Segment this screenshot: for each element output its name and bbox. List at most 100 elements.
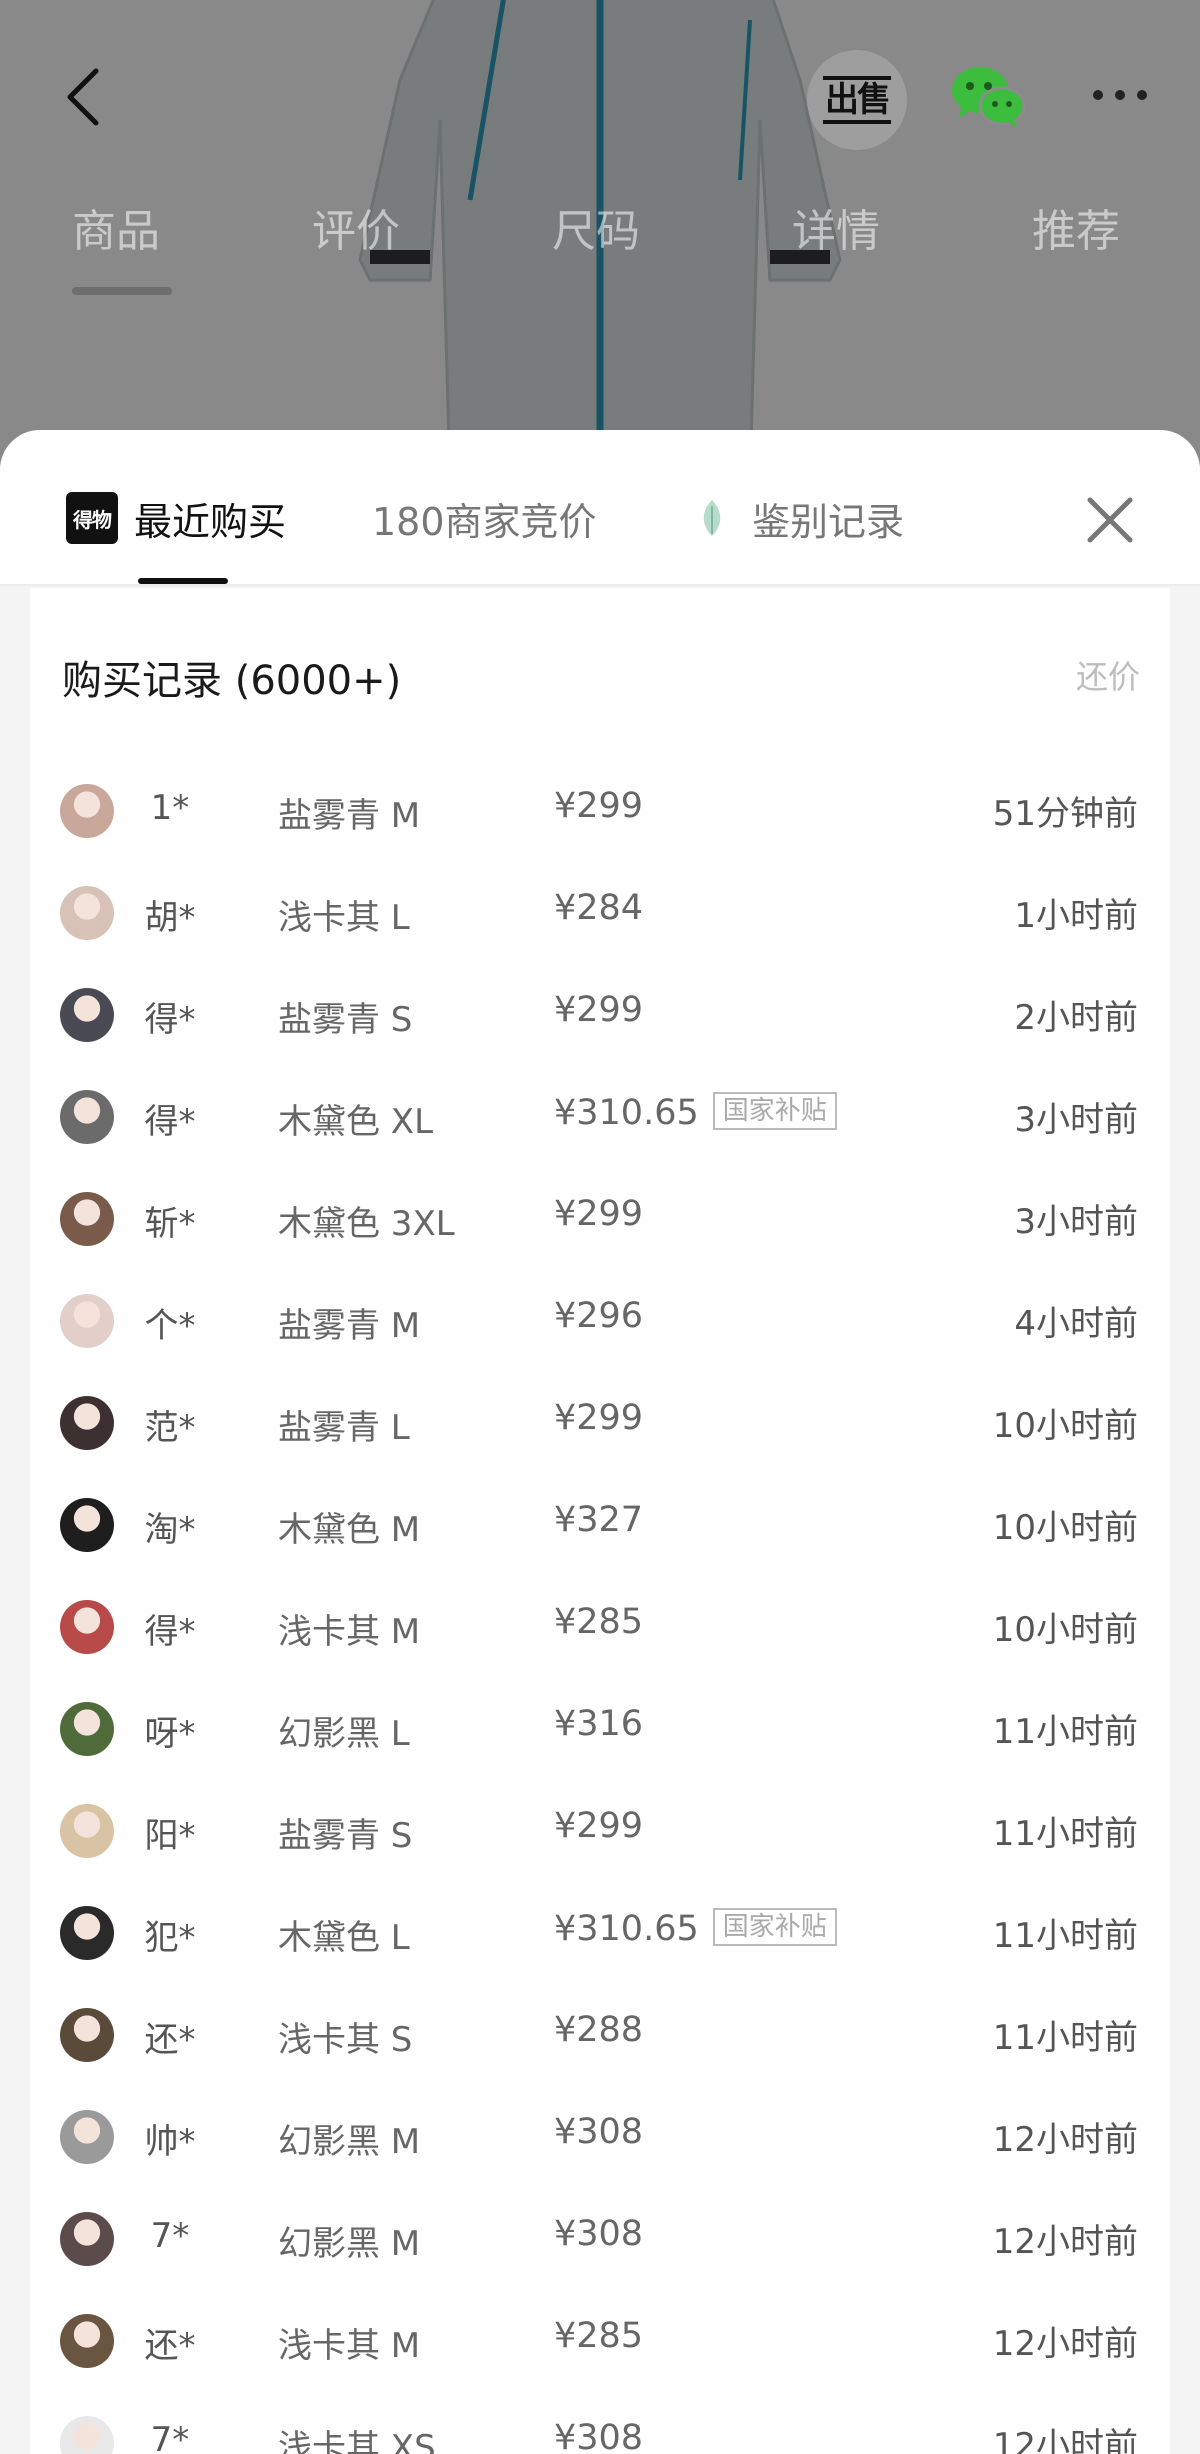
- item-spec: 盐雾青 S: [278, 1000, 413, 1040]
- buyer-name: 还*: [144, 2020, 196, 2060]
- purchase-record-row: 得* 浅卡其 M ¥285 10小时前: [30, 1578, 1170, 1680]
- item-spec: 浅卡其 XS: [278, 2428, 436, 2454]
- purchase-records-sheet: 得物 最近购买 180商家竞价 鉴别记录 购买记录 (6000+) 还价 1* 盐…: [0, 430, 1200, 2454]
- purchase-record-row: 淘* 木黛色 M ¥327 10小时前: [30, 1476, 1170, 1578]
- subsidy-badge: 国家补贴: [712, 1908, 837, 1946]
- buyer-name: 犯*: [144, 1918, 196, 1958]
- purchase-record-row: 还* 浅卡其 S ¥288 11小时前: [30, 1986, 1170, 2088]
- price-value: ¥310.65: [554, 1093, 699, 1133]
- item-spec: 浅卡其 S: [278, 2020, 413, 2060]
- item-spec: 木黛色 XL: [278, 1102, 434, 1142]
- item-spec: 盐雾青 S: [278, 1816, 413, 1856]
- avatar: [60, 2110, 114, 2164]
- purchase-time: 3小时前: [1014, 1202, 1138, 1242]
- purchase-time: 2小时前: [1014, 998, 1138, 1038]
- item-spec: 幻影黑 M: [278, 2122, 421, 2162]
- item-spec: 盐雾青 M: [278, 1306, 421, 1346]
- subsidy-badge: 国家补贴: [712, 1092, 837, 1130]
- avatar: [60, 988, 114, 1042]
- buyer-name: 阳*: [144, 1816, 196, 1856]
- avatar: [60, 1498, 114, 1552]
- purchase-record-row: 得* 木黛色 XL ¥310.65 国家补贴 3小时前: [30, 1068, 1170, 1170]
- purchase-price: ¥299: [554, 786, 643, 826]
- purchase-price: ¥299: [554, 1398, 643, 1438]
- purchase-record-row: 1* 盐雾青 M ¥299 51分钟前: [30, 762, 1170, 864]
- buyer-name: 呀*: [144, 1714, 196, 1754]
- purchase-price: ¥316: [554, 1704, 643, 1744]
- price-value: ¥296: [554, 1296, 644, 1336]
- anchor-tab-product[interactable]: 商品: [72, 195, 160, 259]
- avatar: [60, 2008, 114, 2062]
- buyer-name: 7*: [150, 2420, 190, 2454]
- tab-label: 180商家竞价: [372, 499, 597, 544]
- purchase-record-row: 帅* 幻影黑 M ¥308 12小时前: [30, 2088, 1170, 2190]
- purchase-time: 10小时前: [992, 1610, 1138, 1650]
- anchor-tab-size[interactable]: 尺码: [552, 195, 640, 259]
- buyer-name: 范*: [144, 1408, 196, 1448]
- tab-recent-purchases[interactable]: 得物 最近购买: [66, 488, 286, 548]
- price-value: ¥285: [554, 2316, 644, 2356]
- brand-logo-icon: 得物: [66, 492, 118, 544]
- buyer-name: 7*: [150, 2216, 190, 2256]
- leaf-icon: [703, 500, 721, 536]
- avatar: [60, 1702, 114, 1756]
- avatar: [60, 1396, 114, 1450]
- close-icon[interactable]: [1080, 490, 1140, 550]
- purchase-record-row: 犯* 木黛色 L ¥310.65 国家补贴 11小时前: [30, 1884, 1170, 1986]
- item-spec: 幻影黑 M: [278, 2224, 421, 2264]
- purchase-time: 12小时前: [992, 2426, 1138, 2454]
- more-options-button[interactable]: [1080, 70, 1160, 120]
- item-spec: 浅卡其 M: [278, 1612, 421, 1652]
- purchase-time: 51分钟前: [992, 794, 1138, 834]
- active-tab-indicator: [138, 578, 228, 584]
- purchase-record-row: 个* 盐雾青 M ¥296 4小时前: [30, 1272, 1170, 1374]
- buyer-name: 淘*: [144, 1510, 196, 1550]
- price-value: ¥310.65: [554, 1909, 699, 1949]
- avatar: [60, 2212, 114, 2266]
- purchase-time: 12小时前: [992, 2324, 1138, 2364]
- price-value: ¥308: [554, 2214, 644, 2254]
- more-dot-icon: [1093, 90, 1103, 100]
- top-nav-bar: 出售 商品 评价 尺码 详情 推荐: [0, 0, 1200, 295]
- purchase-price: ¥308: [554, 2418, 643, 2454]
- purchase-time: 12小时前: [992, 2222, 1138, 2262]
- purchase-time: 12小时前: [992, 2120, 1138, 2160]
- sell-button[interactable]: 出售: [802, 50, 912, 150]
- anchor-tab-recommend[interactable]: 推荐: [1032, 195, 1120, 259]
- item-spec: 浅卡其 L: [278, 898, 410, 938]
- purchase-time: 11小时前: [992, 1814, 1138, 1854]
- purchase-price: ¥288: [554, 2010, 643, 2050]
- anchor-tab-details[interactable]: 详情: [792, 195, 880, 259]
- purchase-record-row: 还* 浅卡其 M ¥285 12小时前: [30, 2292, 1170, 2394]
- tab-label: 鉴别记录: [752, 499, 905, 544]
- price-value: ¥299: [554, 1194, 644, 1234]
- buyer-name: 得*: [144, 1612, 196, 1652]
- counter-offer-button[interactable]: 还价: [1076, 652, 1140, 698]
- wechat-share-button[interactable]: [948, 62, 1028, 132]
- buyer-name: 1*: [150, 788, 190, 828]
- more-dot-icon: [1115, 90, 1125, 100]
- purchase-price: ¥310.65 国家补贴: [554, 1908, 837, 1949]
- avatar: [60, 1090, 114, 1144]
- price-value: ¥299: [554, 1398, 644, 1438]
- purchase-price: ¥299: [554, 1806, 643, 1846]
- purchase-record-row: 7* 浅卡其 XS ¥308 12小时前: [30, 2394, 1170, 2454]
- purchase-price: ¥299: [554, 990, 643, 1030]
- anchor-tab-indicator: [72, 287, 172, 295]
- price-value: ¥316: [554, 1704, 644, 1744]
- item-spec: 幻影黑 L: [278, 1714, 410, 1754]
- buyer-name: 斩*: [144, 1204, 196, 1244]
- more-dot-icon: [1137, 90, 1147, 100]
- anchor-tab-reviews[interactable]: 评价: [312, 195, 400, 259]
- item-spec: 木黛色 L: [278, 1918, 410, 1958]
- item-spec: 盐雾青 L: [278, 1408, 410, 1448]
- back-button[interactable]: [52, 62, 112, 132]
- price-value: ¥299: [554, 1806, 644, 1846]
- chevron-left-icon: [67, 68, 99, 126]
- tab-authentication-records[interactable]: 鉴别记录: [698, 488, 904, 548]
- tab-merchant-bids[interactable]: 180商家竞价: [372, 488, 597, 548]
- records-list: 1* 盐雾青 M ¥299 51分钟前 胡* 浅卡其 L ¥284 1小时前 得* 盐雾青 S ¥2…: [30, 698, 1170, 2454]
- avatar: [60, 2314, 114, 2368]
- price-value: ¥308: [554, 2112, 644, 2152]
- anchor-tab-bar: 商品 评价 尺码 详情 推荐: [0, 195, 1200, 305]
